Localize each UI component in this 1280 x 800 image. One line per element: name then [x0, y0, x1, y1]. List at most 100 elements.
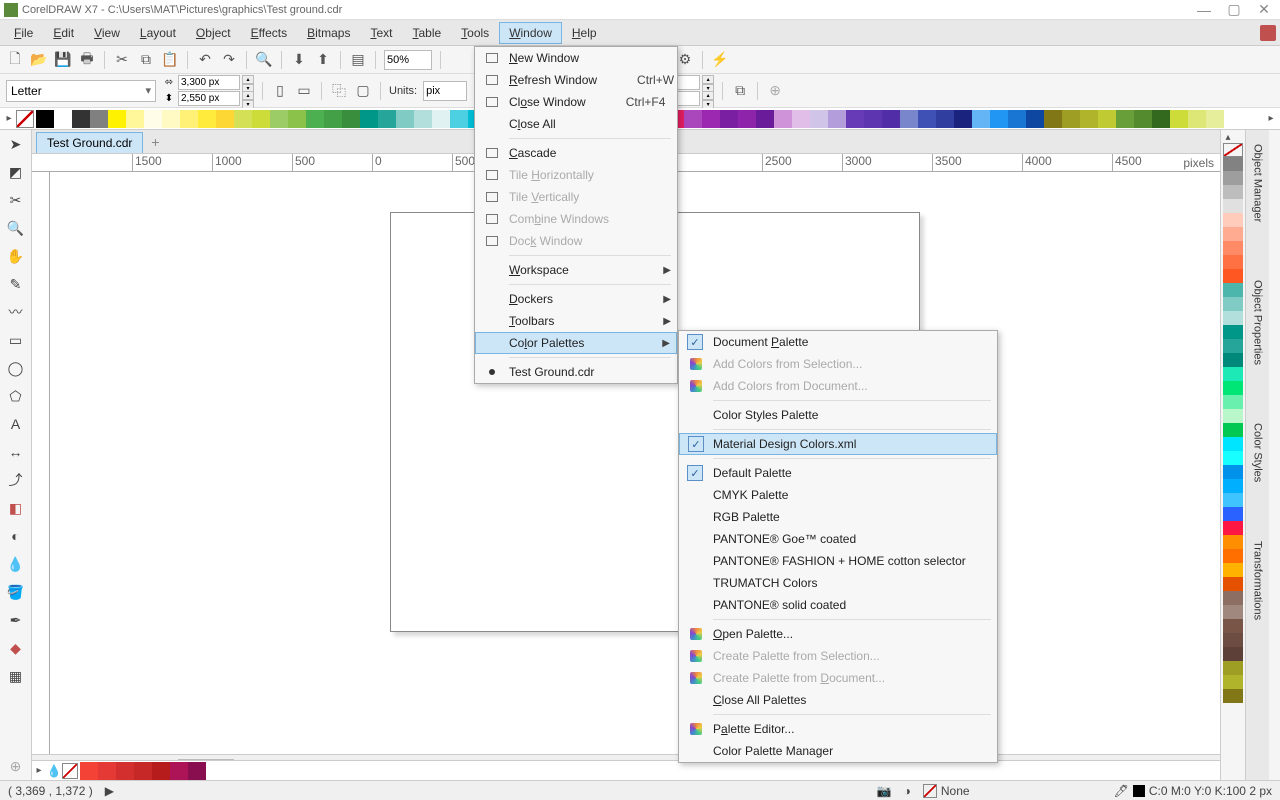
color-swatch[interactable]: [1223, 675, 1243, 689]
color-swatch[interactable]: [918, 110, 936, 128]
color-swatch[interactable]: [1223, 605, 1243, 619]
menu-table[interactable]: Table: [402, 22, 451, 44]
color-swatch[interactable]: [1223, 353, 1243, 367]
color-swatch[interactable]: [144, 110, 162, 128]
menu-item-material-design-colors-xml[interactable]: ✓Material Design Colors.xml: [679, 433, 997, 455]
menu-help[interactable]: Help: [562, 22, 607, 44]
page-width-input[interactable]: [178, 75, 240, 90]
color-swatch[interactable]: [1044, 110, 1062, 128]
menu-layout[interactable]: Layout: [130, 22, 186, 44]
menu-object[interactable]: Object: [186, 22, 241, 44]
color-swatch[interactable]: [1223, 241, 1243, 255]
all-pages-icon[interactable]: ⿻: [330, 82, 348, 100]
color-swatch[interactable]: [846, 110, 864, 128]
color-swatch[interactable]: [684, 110, 702, 128]
color-swatch[interactable]: [702, 110, 720, 128]
menu-window[interactable]: Window: [499, 22, 562, 44]
menu-text[interactable]: Text: [360, 22, 402, 44]
color-swatch[interactable]: [306, 110, 324, 128]
color-swatch[interactable]: [116, 762, 134, 780]
color-swatch[interactable]: [1223, 661, 1243, 675]
color-proof-icon[interactable]: ◑: [904, 784, 911, 798]
color-swatch[interactable]: [1223, 689, 1243, 703]
docker-tab-object-manager[interactable]: Object Manager: [1250, 140, 1266, 226]
document-tab[interactable]: Test Ground.cdr: [36, 132, 143, 153]
color-swatch[interactable]: [900, 110, 918, 128]
add-tool-icon[interactable]: ⊕: [6, 756, 26, 776]
color-swatch[interactable]: [1223, 535, 1243, 549]
transparency-tool-icon[interactable]: ◐: [6, 526, 26, 546]
width-spinner[interactable]: ▴▾: [242, 75, 254, 90]
color-swatch[interactable]: [720, 110, 738, 128]
pan-tool-icon[interactable]: ✋: [6, 246, 26, 266]
color-swatch[interactable]: [1223, 493, 1243, 507]
menu-item-open-palette[interactable]: Open Palette...: [679, 623, 997, 645]
color-swatch[interactable]: [936, 110, 954, 128]
page-size-select[interactable]: Letter: [6, 80, 156, 102]
color-swatch[interactable]: [1223, 479, 1243, 493]
color-swatch[interactable]: [162, 110, 180, 128]
duplicate-distance-icon[interactable]: ⧉: [731, 82, 749, 100]
color-swatch[interactable]: [98, 762, 116, 780]
color-swatch[interactable]: [864, 110, 882, 128]
interactive-fill-icon[interactable]: ◆: [6, 638, 26, 658]
color-swatch[interactable]: [1080, 110, 1098, 128]
color-swatch[interactable]: [1223, 185, 1243, 199]
menu-item-close-all[interactable]: Close All: [475, 113, 677, 135]
color-swatch[interactable]: [1223, 367, 1243, 381]
color-swatch[interactable]: [450, 110, 468, 128]
landscape-icon[interactable]: ▭: [295, 82, 313, 100]
color-swatch[interactable]: [1223, 297, 1243, 311]
menu-item-close-all-palettes[interactable]: Close All Palettes: [679, 689, 997, 711]
color-swatch[interactable]: [1152, 110, 1170, 128]
color-swatch[interactable]: [432, 110, 450, 128]
menu-item-color-palette-manager[interactable]: Color Palette Manager: [679, 740, 997, 762]
save-icon[interactable]: 💾: [54, 51, 72, 69]
connector-tool-icon[interactable]: ⤴: [6, 470, 26, 490]
menu-item-color-palettes[interactable]: Color Palettes▶: [475, 332, 677, 354]
color-swatch[interactable]: [1223, 325, 1243, 339]
pick-tool-icon[interactable]: ➤: [6, 134, 26, 154]
text-tool-icon[interactable]: A: [6, 414, 26, 434]
nudge-x-spinner[interactable]: ▴▾: [702, 75, 714, 90]
import-icon[interactable]: ⬇: [290, 51, 308, 69]
color-swatch[interactable]: [1223, 647, 1243, 661]
menu-tools[interactable]: Tools: [451, 22, 499, 44]
color-swatch[interactable]: [134, 762, 152, 780]
color-swatch[interactable]: [378, 110, 396, 128]
page-height-input[interactable]: [178, 91, 240, 106]
user-icon[interactable]: [1260, 25, 1276, 41]
color-swatch[interactable]: [152, 762, 170, 780]
color-swatch[interactable]: [792, 110, 810, 128]
color-swatch[interactable]: [1026, 110, 1044, 128]
palette-scroll-up-icon[interactable]: ▴: [1221, 132, 1235, 143]
artistic-media-icon[interactable]: 〰: [6, 302, 26, 322]
minimize-button[interactable]: —: [1192, 3, 1216, 17]
menu-view[interactable]: View: [84, 22, 130, 44]
menu-item-close-window[interactable]: Close WindowCtrl+F4: [475, 91, 677, 113]
color-swatch[interactable]: [1223, 451, 1243, 465]
eyedropper-icon[interactable]: 💧: [6, 554, 26, 574]
menu-item-default-palette[interactable]: ✓Default Palette: [679, 462, 997, 484]
color-swatch[interactable]: [1223, 619, 1243, 633]
color-swatch[interactable]: [1170, 110, 1188, 128]
menu-item-document-palette[interactable]: ✓Document Palette: [679, 331, 997, 353]
crop-tool-icon[interactable]: ✂: [6, 190, 26, 210]
color-swatch[interactable]: [1223, 437, 1243, 451]
color-swatch[interactable]: [216, 110, 234, 128]
menu-item-workspace[interactable]: Workspace▶: [475, 259, 677, 281]
color-swatch[interactable]: [1223, 465, 1243, 479]
color-swatch[interactable]: [1223, 269, 1243, 283]
color-swatch[interactable]: [126, 110, 144, 128]
color-swatch[interactable]: [188, 762, 206, 780]
print-icon[interactable]: 🖶: [78, 51, 96, 69]
color-swatch[interactable]: [1223, 633, 1243, 647]
play-icon[interactable]: ▶: [105, 784, 114, 798]
cut-icon[interactable]: ✂: [113, 51, 131, 69]
color-swatch[interactable]: [414, 110, 432, 128]
color-swatch[interactable]: [1223, 227, 1243, 241]
color-swatch[interactable]: [1223, 409, 1243, 423]
color-swatch[interactable]: [990, 110, 1008, 128]
color-swatch[interactable]: [108, 110, 126, 128]
color-swatch[interactable]: [1206, 110, 1224, 128]
